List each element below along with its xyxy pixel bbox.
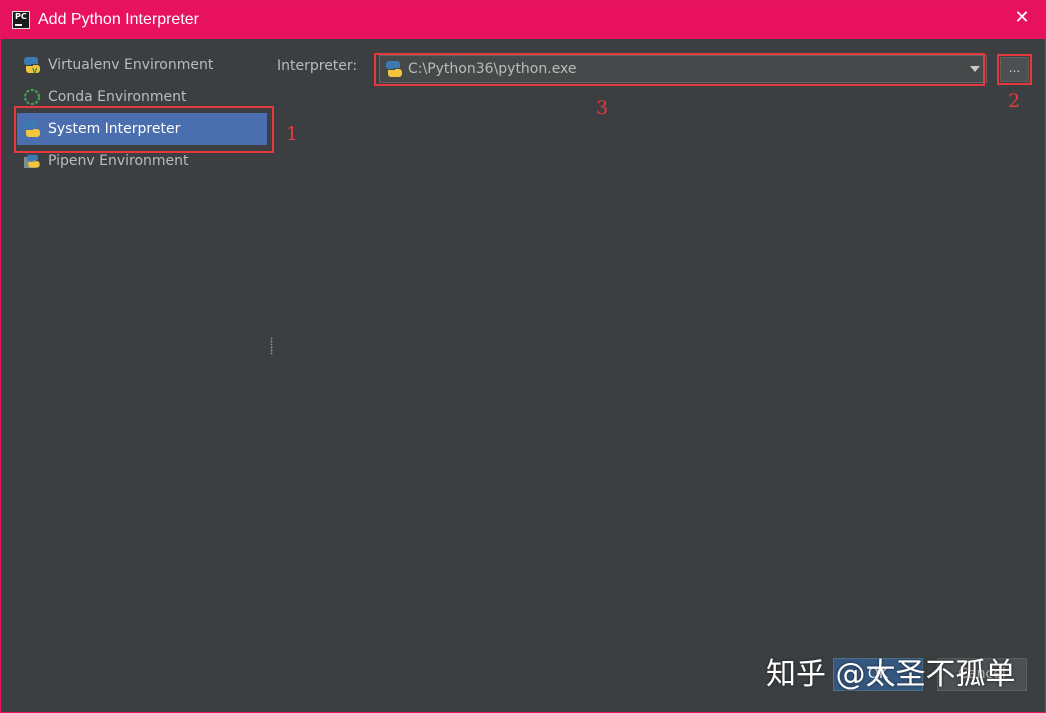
- annotation-number-2: 2: [1008, 90, 1021, 112]
- annotation-number-1: 1: [286, 123, 299, 145]
- pycharm-icon: PC: [12, 11, 30, 29]
- sidebar-item-label: Virtualenv Environment: [48, 57, 214, 73]
- watermark: 知乎 @太圣不孤单: [766, 657, 1016, 692]
- window-title: Add Python Interpreter: [38, 11, 199, 28]
- close-icon[interactable]: ✕: [1013, 9, 1031, 27]
- sidebar-item-label: Pipenv Environment: [48, 153, 189, 169]
- pipenv-icon: [24, 154, 40, 168]
- annotation-box-3: [374, 53, 985, 86]
- interpreter-label: Interpreter:: [277, 58, 358, 74]
- add-python-interpreter-dialog: PC Add Python Interpreter ✕ V Virtualenv…: [0, 0, 1046, 713]
- annotation-box-1: [14, 106, 274, 153]
- annotation-box-2: [997, 54, 1032, 85]
- virtualenv-icon: V: [24, 57, 40, 74]
- title-bar: PC Add Python Interpreter ✕: [1, 1, 1045, 39]
- splitter-handle[interactable]: [270, 337, 273, 355]
- annotation-number-3: 3: [596, 97, 609, 119]
- sidebar-item-virtualenv[interactable]: V Virtualenv Environment: [13, 49, 271, 81]
- svg-text:V: V: [32, 67, 38, 74]
- sidebar-item-label: Conda Environment: [48, 89, 187, 105]
- conda-icon: [23, 88, 41, 106]
